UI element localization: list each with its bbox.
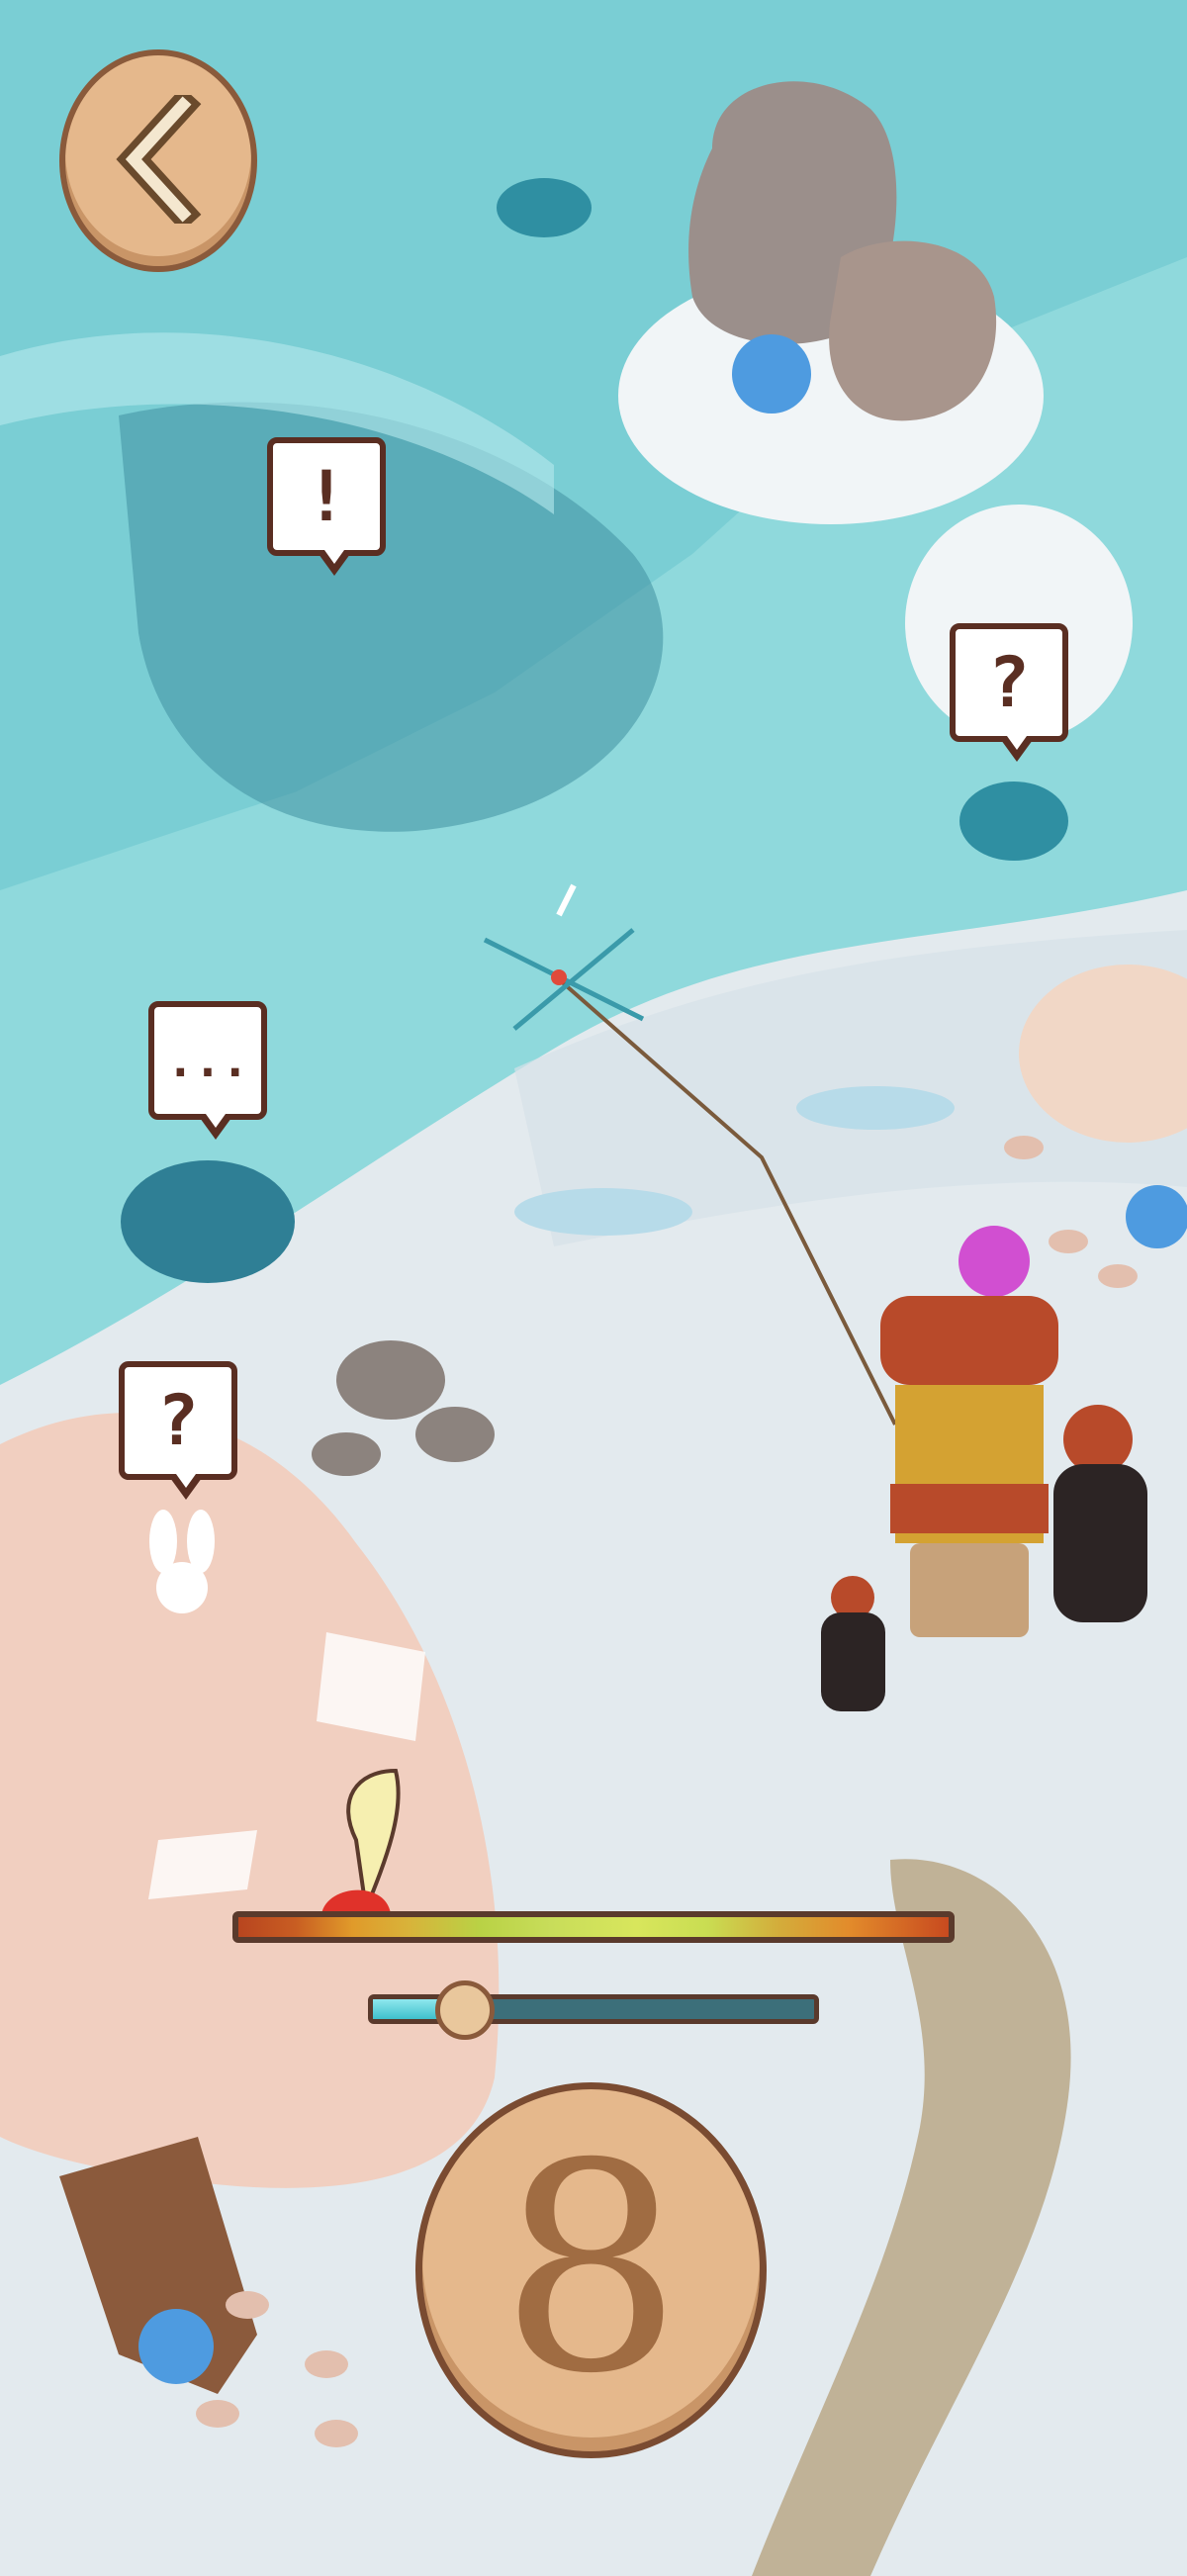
cast-count-label: 8	[500, 2103, 683, 2437]
fish-shadow	[959, 782, 1068, 861]
cast-count-button[interactable]: 8	[415, 2082, 767, 2458]
ellipsis-bubble[interactable]: ...	[148, 1001, 267, 1140]
fish-shadow	[1126, 1185, 1187, 1248]
snow-puddle	[514, 1188, 692, 1236]
alert-bubble[interactable]: !	[267, 437, 386, 576]
fish-shadow	[138, 2309, 214, 2384]
bubble-symbol: !	[305, 456, 348, 537]
snow-puddle	[796, 1086, 955, 1130]
chevron-left-icon	[114, 86, 203, 231]
bubble-symbol: ?	[987, 642, 1031, 723]
cast-power-meter	[232, 1911, 955, 1943]
question-bubble-top-right[interactable]: ?	[950, 623, 1068, 762]
rock	[415, 1407, 495, 1462]
bubble-symbol: ?	[156, 1380, 200, 1461]
fish-shadow	[121, 1160, 295, 1283]
reel-slider-handle[interactable]	[435, 1980, 495, 2040]
fish-shadow	[497, 178, 592, 237]
question-bubble-bottom-left[interactable]: ?	[119, 1361, 237, 1500]
back-button[interactable]	[59, 49, 257, 272]
tree-snow	[148, 1830, 257, 1899]
rock	[336, 1340, 445, 1420]
fish-shadow	[732, 334, 811, 414]
rock	[312, 1432, 381, 1476]
bubble-symbol: ...	[166, 1034, 249, 1087]
